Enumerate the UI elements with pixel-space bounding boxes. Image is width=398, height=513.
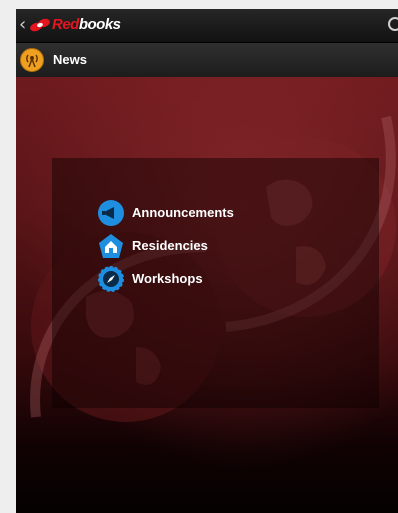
menu-item-label: Announcements — [132, 205, 234, 220]
brand-prefix: Red — [52, 16, 79, 33]
home-icon — [99, 234, 123, 258]
brand-suffix: books — [78, 16, 121, 33]
section-title: News — [53, 52, 87, 67]
app-screen: ‹ Redbooks News Announcements Residencie… — [16, 9, 398, 513]
menu-item-label: Residencies — [132, 238, 208, 253]
action-bar: ‹ Redbooks — [16, 9, 398, 43]
menu-item-residencies[interactable]: Residencies — [98, 233, 258, 259]
content-area: Announcements Residencies Workshops — [16, 77, 398, 513]
menu-item-announcements[interactable]: Announcements — [98, 200, 258, 226]
compass-icon — [98, 266, 124, 292]
search-icon[interactable] — [388, 17, 398, 31]
broadcast-icon — [20, 48, 44, 72]
redbooks-logo-icon — [30, 18, 50, 32]
megaphone-icon — [98, 200, 124, 226]
section-header: News — [16, 43, 398, 77]
menu-item-workshops[interactable]: Workshops — [98, 266, 258, 292]
menu-item-label: Workshops — [132, 271, 203, 286]
brand-wordmark: Redbooks — [52, 16, 121, 33]
